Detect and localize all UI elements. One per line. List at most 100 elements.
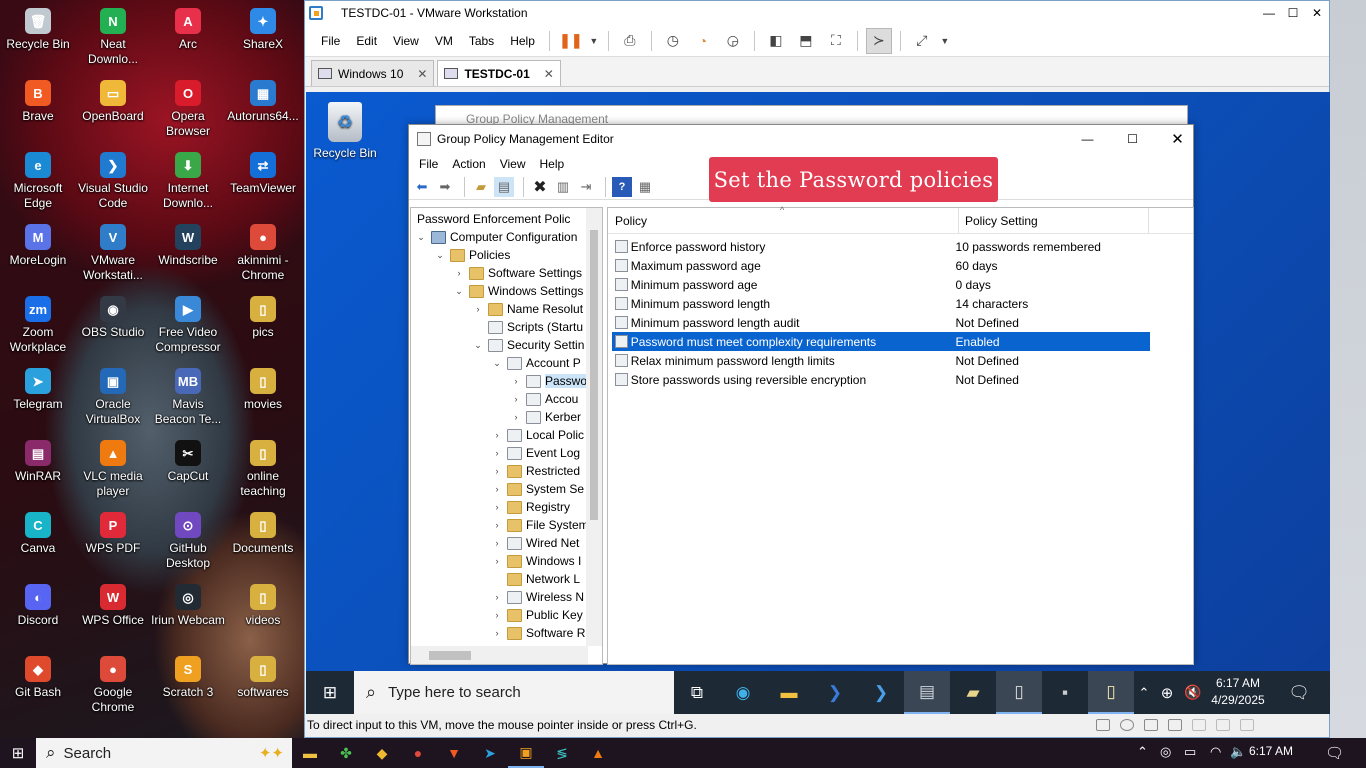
desktop-shortcut-microsoft-edge[interactable]: e Microsoft Edge (1, 146, 75, 218)
scroll-thumb[interactable] (590, 230, 598, 520)
maximize-icon[interactable]: ☐ (1281, 1, 1305, 25)
desktop-shortcut-neat-downlo[interactable]: N Neat Downlo... (76, 2, 150, 74)
close-icon[interactable]: ✕ (1305, 1, 1329, 25)
desktop-shortcut-visual-studio-code[interactable]: ❯ Visual Studio Code (76, 146, 150, 218)
expand-chevron-icon[interactable]: › (510, 394, 522, 404)
show-hide-tree-icon[interactable]: ▤ (494, 177, 514, 197)
tree-vertical-scrollbar[interactable] (586, 208, 602, 646)
maximize-icon[interactable]: ☐ (1110, 127, 1155, 151)
tree-node-public-key[interactable]: › Public Key (491, 606, 583, 624)
desktop-shortcut-arc[interactable]: A Arc (151, 2, 225, 74)
desktop-shortcut-softwares[interactable]: ▯ softwares (226, 650, 300, 722)
notification-icon[interactable]: 🗨 (1325, 744, 1344, 762)
desktop-shortcut-online-teaching[interactable]: ▯ online teaching (226, 434, 300, 506)
gpmc-icon[interactable]: ▰ (950, 671, 996, 714)
tree-node-event-log[interactable]: › Event Log (491, 444, 581, 462)
vscode-task-icon[interactable]: ≶ (544, 738, 580, 768)
desktop-shortcut-telegram[interactable]: ➤ Telegram (1, 362, 75, 434)
battery-icon[interactable]: ▭ (1184, 744, 1196, 760)
desktop-shortcut-windscribe[interactable]: W Windscribe (151, 218, 225, 290)
desktop-shortcut-autoruns64[interactable]: ▦ Autoruns64... (226, 74, 300, 146)
expand-chevron-icon[interactable]: › (453, 268, 465, 278)
windows-start-icon[interactable]: ⊞ (306, 671, 354, 714)
tree-node-accou[interactable]: › Accou (510, 390, 579, 408)
desktop-shortcut-vlc-media-player[interactable]: ▲ VLC media player (76, 434, 150, 506)
guest-recycle-bin[interactable]: ♻ Recycle Bin (312, 102, 378, 160)
policy-row-relax-minimum-password-length-limits[interactable]: Relax minimum password length limits Not … (612, 351, 1150, 370)
menu-file[interactable]: File (313, 34, 348, 48)
desktop-shortcut-morelogin[interactable]: M MoreLogin (1, 218, 75, 290)
desktop-shortcut-git-bash[interactable]: ◆ Git Bash (1, 650, 75, 722)
usb-icon[interactable] (1168, 719, 1182, 731)
tree-node-windows-i[interactable]: › Windows I (491, 552, 582, 570)
desktop-shortcut-capcut[interactable]: ✂ CapCut (151, 434, 225, 506)
tree-node-passwo[interactable]: › Passwo (510, 372, 588, 390)
tree-node-password-enforcement-polic[interactable]: Password Enforcement Polic (417, 210, 570, 228)
tree-node-wireless-n[interactable]: › Wireless N (491, 588, 585, 606)
column-header-policy[interactable]: Policy (615, 214, 647, 228)
desktop-shortcut-obs-studio[interactable]: ◉ OBS Studio (76, 290, 150, 362)
tree-node-wired-net[interactable]: › Wired Net (491, 534, 580, 552)
printer-icon[interactable] (1216, 719, 1230, 731)
collapse-chevron-icon[interactable]: ⌄ (491, 358, 503, 369)
tree-node-kerber[interactable]: › Kerber (510, 408, 582, 426)
collapse-chevron-icon[interactable]: ⌄ (434, 250, 446, 261)
desktop-shortcut-free-video-compressor[interactable]: ▶ Free Video Compressor (151, 290, 225, 362)
expand-chevron-icon[interactable]: › (491, 448, 503, 458)
desktop-shortcut-winrar[interactable]: ▤ WinRAR (1, 434, 75, 506)
volume-icon[interactable]: 🔈 (1230, 744, 1246, 760)
server-manager-icon[interactable]: ▤ (904, 671, 950, 714)
vlc-task-icon[interactable]: ▲ (580, 738, 616, 768)
forward-arrow-icon[interactable]: ➡ (435, 177, 455, 197)
menu-edit[interactable]: Edit (348, 34, 385, 48)
close-tab-icon[interactable]: ✕ (417, 67, 427, 81)
policy-row-minimum-password-length[interactable]: Minimum password length 14 characters (612, 294, 1150, 313)
policy-row-minimum-password-age[interactable]: Minimum password age 0 days (612, 275, 1150, 294)
desktop-shortcut-wps-pdf[interactable]: P WPS PDF (76, 506, 150, 578)
send-ctrl-alt-del-icon[interactable]: ⎙ (617, 28, 643, 54)
desktop-shortcut-github-desktop[interactable]: ⊙ GitHub Desktop (151, 506, 225, 578)
back-arrow-icon[interactable]: ⬅ (412, 177, 432, 197)
expand-chevron-icon[interactable]: › (491, 610, 503, 620)
desktop-shortcut-opera-browser[interactable]: O Opera Browser (151, 74, 225, 146)
tray-chevron-icon[interactable]: ⌃ (1137, 744, 1148, 760)
file-explorer-icon[interactable]: ▬ (766, 671, 812, 714)
up-folder-icon[interactable]: ▰ (471, 177, 491, 197)
help-icon[interactable]: ? (612, 177, 632, 197)
console-view-icon[interactable]: ≻ (865, 27, 892, 54)
tree-node-account-p[interactable]: ⌄ Account P (491, 354, 580, 372)
thumbnail-bar-icon[interactable]: ⬒ (793, 28, 819, 54)
desktop-shortcut-canva[interactable]: C Canva (1, 506, 75, 578)
brave-icon[interactable]: ▼ (436, 738, 472, 768)
notepad-icon[interactable]: ▯ (996, 671, 1042, 714)
properties-icon[interactable]: ▥ (553, 177, 573, 197)
menu-tabs[interactable]: Tabs (461, 34, 502, 48)
expand-chevron-icon[interactable]: › (510, 376, 522, 386)
snapshot-icon[interactable]: ◷ (660, 28, 686, 54)
desktop-shortcut-vmware-workstati[interactable]: V VMware Workstati... (76, 218, 150, 290)
expand-chevron-icon[interactable]: › (491, 484, 503, 494)
minimize-icon[interactable]: — (1257, 1, 1281, 25)
tree-node-network-l[interactable]: Network L (491, 570, 580, 588)
telegram-icon[interactable]: ➤ (472, 738, 508, 768)
guest-search-box[interactable]: ⌕ Type here to search (354, 671, 674, 714)
desktop-shortcut-teamviewer[interactable]: ⇄ TeamViewer (226, 146, 300, 218)
desktop-shortcut-discord[interactable]: ◐ Discord (1, 578, 75, 650)
column-divider[interactable] (958, 208, 959, 234)
powershell-admin-icon[interactable]: ❯ (858, 671, 904, 714)
snapshot-manager-icon[interactable]: ◶ (720, 28, 746, 54)
sound-icon[interactable] (1192, 719, 1206, 731)
chevron-down-icon[interactable]: ▼ (588, 28, 600, 54)
desktop-shortcut-documents[interactable]: ▯ Documents (226, 506, 300, 578)
display-icon[interactable] (1240, 719, 1254, 731)
expand-chevron-icon[interactable]: › (491, 520, 503, 530)
expand-chevron-icon[interactable]: › (491, 538, 503, 548)
cmd-icon[interactable]: ▪ (1042, 671, 1088, 714)
tree-node-system-se[interactable]: › System Se (491, 480, 585, 498)
revert-snapshot-icon[interactable]: ◔ (690, 28, 716, 54)
vmware-task-icon[interactable]: ▣ (508, 738, 544, 768)
collapse-chevron-icon[interactable]: ⌄ (453, 286, 465, 297)
tree-node-restricted[interactable]: › Restricted (491, 462, 581, 480)
tray-chevron-icon[interactable]: ⌃ (1134, 671, 1154, 714)
tree-node-software-settings[interactable]: › Software Settings (453, 264, 583, 282)
